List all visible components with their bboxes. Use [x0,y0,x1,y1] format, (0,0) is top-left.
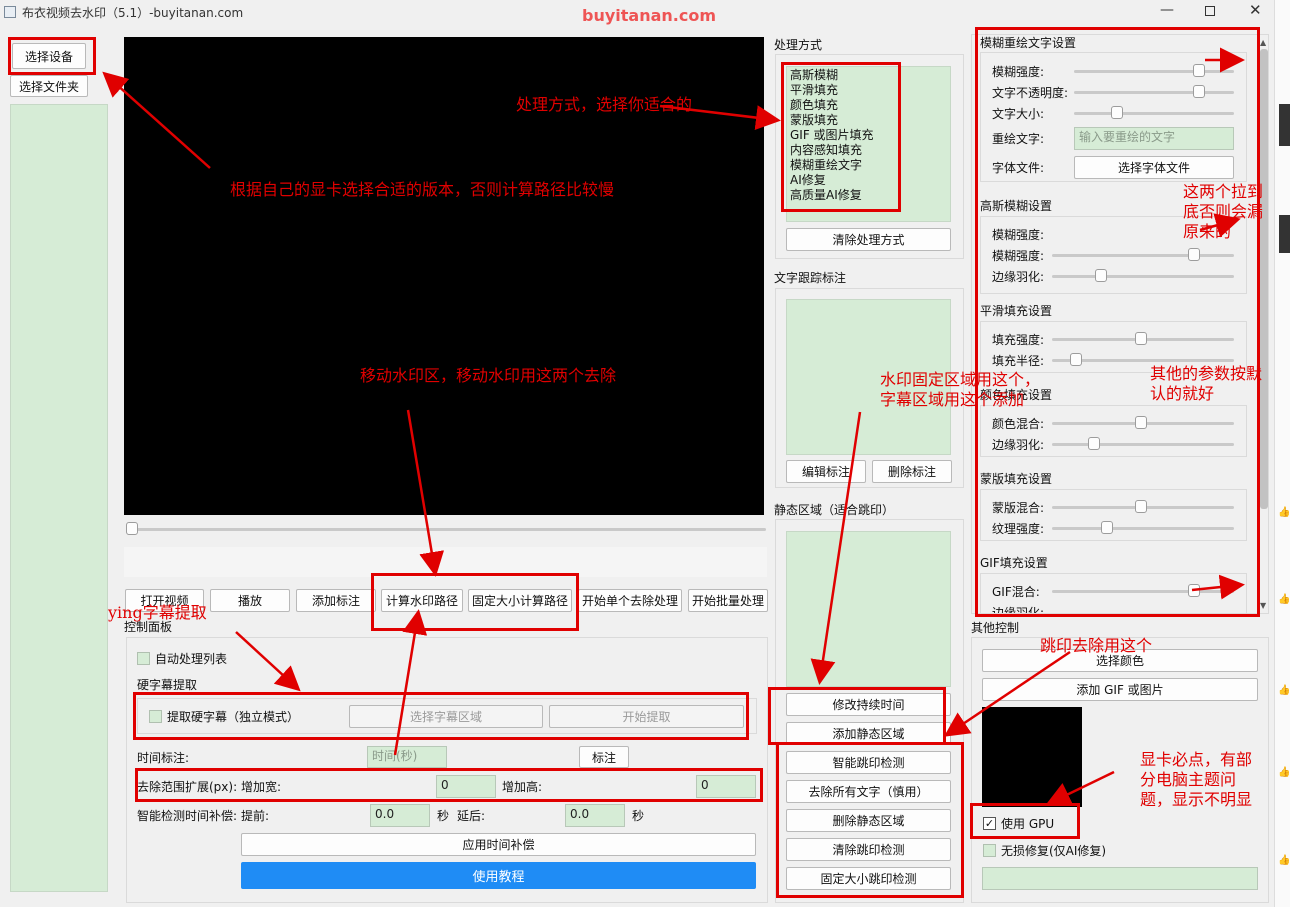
arrow-moving-down [406,409,445,577]
arrow-gpu [1045,770,1115,806]
arrow-sub [235,631,301,692]
arrow-fixed [810,411,862,685]
arrow-device [102,71,211,169]
arrow-slider-3 [1191,574,1245,600]
arrow-moving-up [393,609,428,756]
annotation-arrows [102,47,1245,806]
arrow-methods [659,104,781,131]
arrow-slider-2 [1199,213,1241,238]
arrow-jump [943,650,1071,737]
